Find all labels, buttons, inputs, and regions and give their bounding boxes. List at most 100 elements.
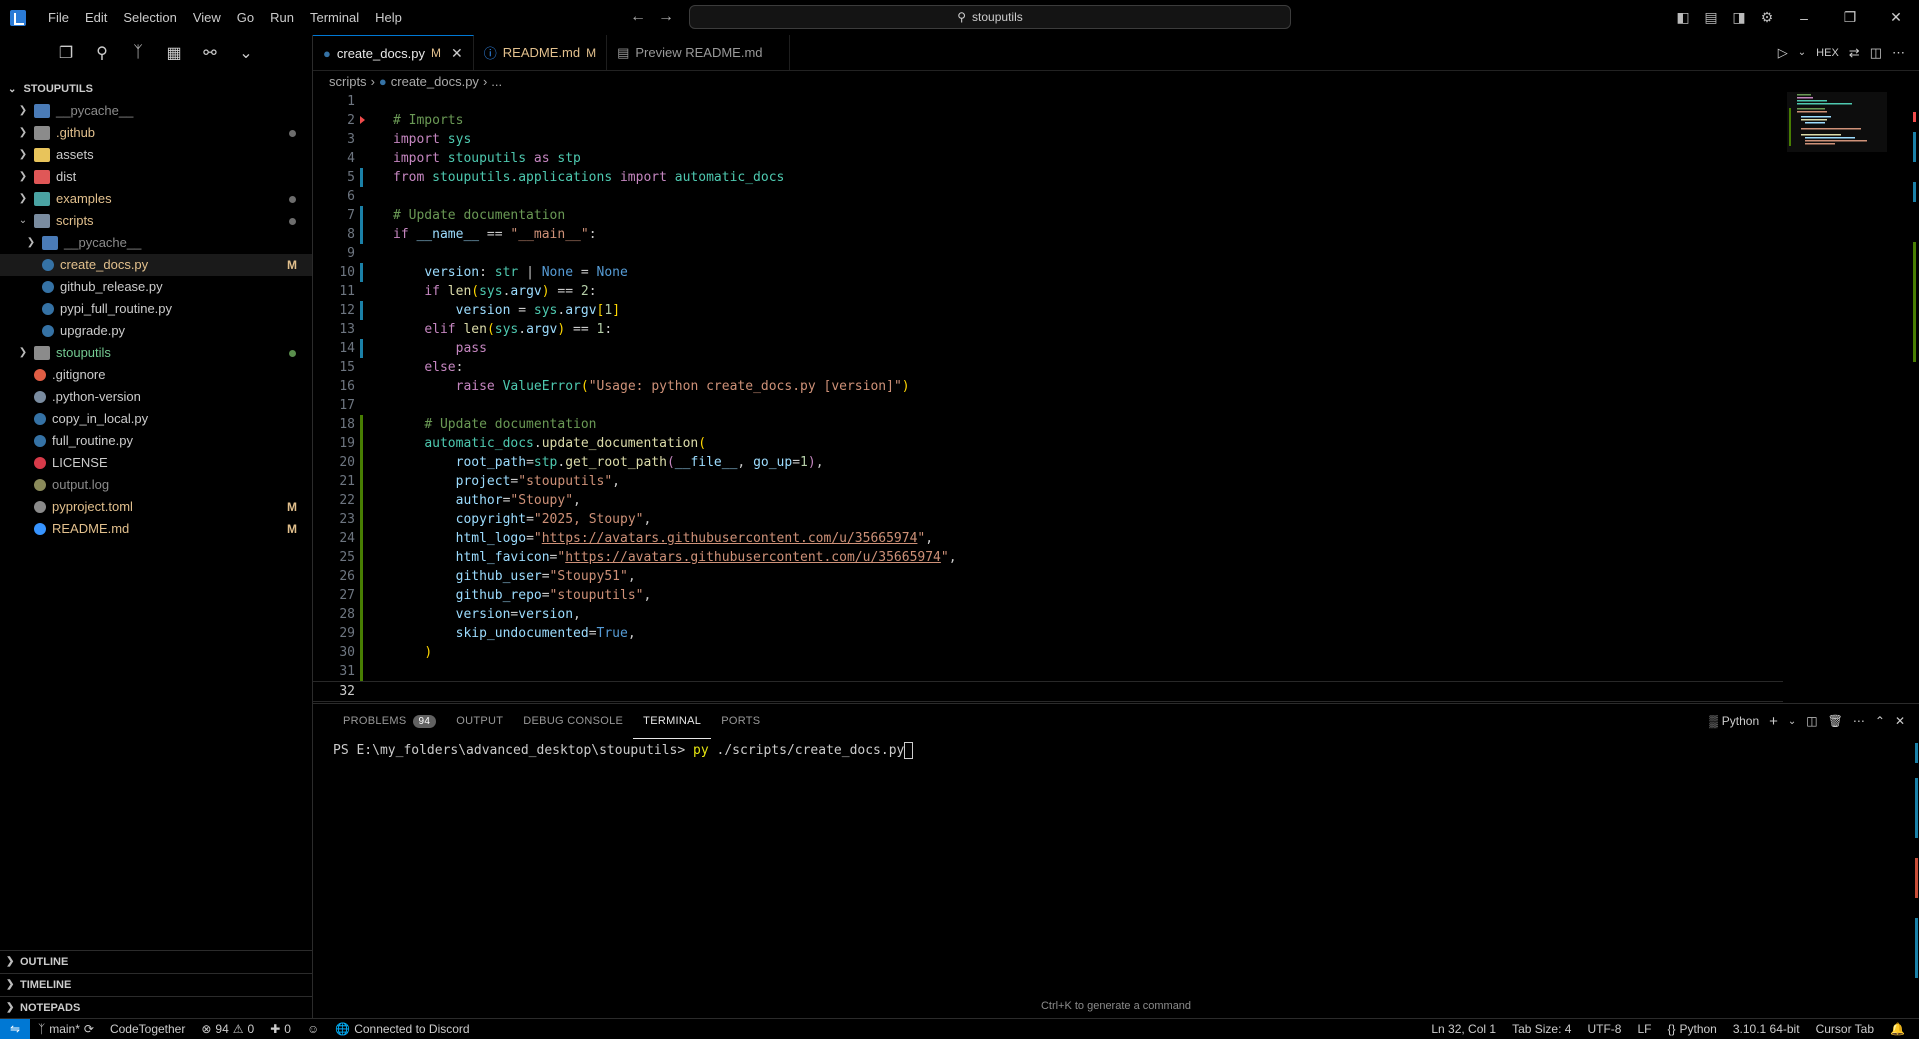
code-line[interactable]: 20 root_path=stp.get_root_path(__file__,… [313, 453, 1783, 472]
added-lines-marker[interactable] [360, 434, 363, 453]
terminal-profile[interactable]: ▒ Python [1709, 714, 1759, 728]
breadcrumb-folder[interactable]: scripts [329, 71, 367, 93]
maximize-panel-chevron-up-icon[interactable]: ⌃ [1875, 714, 1885, 728]
remote-indicator-button[interactable]: ⇋ [0, 1019, 30, 1039]
menu-run[interactable]: Run [262, 0, 302, 35]
sync-icon[interactable]: ⟳ [84, 1022, 94, 1036]
code-line[interactable]: 26 github_user="Stoupy51", [313, 567, 1783, 586]
code-line[interactable]: 1 [313, 92, 1783, 111]
code-line[interactable]: 29 skip_undocumented=True, [313, 624, 1783, 643]
terminal-dropdown-chevron-icon[interactable]: ⌄ [1788, 716, 1796, 727]
tab-preview-readme[interactable]: ▤ Preview README.md [607, 35, 790, 70]
code-line[interactable]: 2 # Imports [313, 111, 1783, 130]
ports-indicator[interactable]: ✚ 0 [262, 1022, 299, 1036]
tab-size[interactable]: Tab Size: 4 [1504, 1022, 1579, 1036]
menu-selection[interactable]: Selection [115, 0, 184, 35]
search-icon[interactable]: ⚲ [91, 42, 113, 64]
code-line[interactable]: 30 ) [313, 643, 1783, 662]
tab-ports[interactable]: PORTS [711, 704, 770, 738]
added-lines-marker[interactable] [360, 567, 363, 586]
code-line[interactable]: 21 project="stouputils", [313, 472, 1783, 491]
menu-edit[interactable]: Edit [77, 0, 115, 35]
tree-file[interactable]: pyproject.toml M [0, 496, 312, 518]
toggle-secondary-sidebar-icon[interactable]: ◨ [1725, 0, 1753, 35]
code-line[interactable]: 9 [313, 244, 1783, 263]
feedback-smiley-icon[interactable]: ☺ [299, 1022, 327, 1036]
toggle-panel-icon[interactable]: ▤ [1697, 0, 1725, 35]
close-panel-icon[interactable]: ✕ [1895, 714, 1905, 728]
settings-gear-icon[interactable]: ⚙ [1753, 0, 1781, 35]
branch-indicator[interactable]: ᛉ main* ⟳ [30, 1022, 102, 1036]
back-arrow-icon[interactable]: ← [630, 8, 646, 26]
code-line[interactable]: 28 version=version, [313, 605, 1783, 624]
more-views-chevron-icon[interactable]: ⌄ [235, 42, 257, 64]
code-line[interactable]: 8 if __name__ == "__main__": [313, 225, 1783, 244]
tree-file[interactable]: pypi_full_routine.py [0, 298, 312, 320]
menu-terminal[interactable]: Terminal [302, 0, 367, 35]
cursor-tab[interactable]: Cursor Tab [1808, 1022, 1882, 1036]
added-lines-marker[interactable] [360, 472, 363, 491]
split-editor-icon[interactable]: ◫ [1870, 45, 1882, 61]
code-line[interactable]: 3 import sys [313, 130, 1783, 149]
cursor-position[interactable]: Ln 32, Col 1 [1423, 1022, 1504, 1036]
more-actions-icon[interactable]: ⋯ [1853, 714, 1865, 728]
added-lines-marker[interactable] [360, 643, 363, 662]
close-window-button[interactable]: ✕ [1873, 0, 1919, 35]
code-line[interactable]: 31 [313, 662, 1783, 681]
added-lines-marker[interactable] [360, 529, 363, 548]
modified-lines-marker[interactable] [360, 301, 363, 320]
compare-changes-icon[interactable]: ⇄ [1849, 45, 1860, 61]
tree-file[interactable]: LICENSE [0, 452, 312, 474]
tree-folder[interactable]: ❯ examples [0, 188, 312, 210]
code-editor[interactable]: 1 2 # Imports 3 import sys 4 import stouputils… [313, 92, 1783, 702]
code-line[interactable]: 32 [313, 681, 1783, 702]
breadcrumb-symbol[interactable]: ... [491, 71, 502, 93]
tab-terminal[interactable]: TERMINAL [633, 704, 712, 739]
code-line[interactable]: 24 html_logo="https://avatars.githubuser… [313, 529, 1783, 548]
notepads-section[interactable]: ❯ NOTEPADS [0, 996, 312, 1019]
end-of-line[interactable]: LF [1629, 1022, 1659, 1036]
tree-file[interactable]: copy_in_local.py [0, 408, 312, 430]
added-lines-marker[interactable] [360, 510, 363, 529]
tree-file[interactable]: .python-version [0, 386, 312, 408]
tree-file[interactable]: create_docs.py M [0, 254, 312, 276]
code-line[interactable]: 17 [313, 396, 1783, 415]
added-lines-marker[interactable] [360, 548, 363, 567]
tree-file[interactable]: full_routine.py [0, 430, 312, 452]
code-line[interactable]: 4 import stouputils as stp [313, 149, 1783, 168]
minimize-button[interactable]: – [1781, 0, 1827, 35]
tree-folder[interactable]: ❯ dist [0, 166, 312, 188]
code-line[interactable]: 13 elif len(sys.argv) == 1: [313, 320, 1783, 339]
tree-file[interactable]: upgrade.py [0, 320, 312, 342]
python-interpreter[interactable]: 3.10.1 64-bit [1725, 1022, 1808, 1036]
code-line[interactable]: 6 [313, 187, 1783, 206]
modified-lines-marker[interactable] [360, 206, 363, 225]
modified-lines-marker[interactable] [360, 225, 363, 244]
tree-file[interactable]: README.md M [0, 518, 312, 540]
tree-folder[interactable]: ❯ .github [0, 122, 312, 144]
modified-lines-marker[interactable] [360, 263, 363, 282]
codetogether-item[interactable]: CodeTogether [102, 1022, 193, 1036]
tree-folder[interactable]: ❯ __pycache__ [0, 100, 312, 122]
added-lines-marker[interactable] [360, 662, 363, 681]
code-line[interactable]: 10 version: str | None = None [313, 263, 1783, 282]
run-python-icon[interactable]: ▷ [1778, 45, 1788, 61]
tree-file[interactable]: .gitignore [0, 364, 312, 386]
breadcrumb-file[interactable]: create_docs.py [391, 71, 479, 93]
explorer-files-icon[interactable]: ❐ [55, 42, 77, 64]
tree-folder[interactable]: ❯ __pycache__ [0, 232, 312, 254]
code-line[interactable]: 15 else: [313, 358, 1783, 377]
tree-file[interactable]: github_release.py [0, 276, 312, 298]
menu-file[interactable]: File [40, 0, 77, 35]
code-line[interactable]: 23 copyright="2025, Stoupy", [313, 510, 1783, 529]
code-line[interactable]: 25 html_favicon="https://avatars.githubu… [313, 548, 1783, 567]
menu-help[interactable]: Help [367, 0, 410, 35]
menu-view[interactable]: View [185, 0, 229, 35]
more-actions-icon[interactable]: ⋯ [1892, 45, 1905, 61]
code-line[interactable]: 5 from stouputils.applications import aut… [313, 168, 1783, 187]
deleted-lines-marker[interactable] [360, 116, 365, 124]
added-lines-marker[interactable] [360, 605, 363, 624]
modified-lines-marker[interactable] [360, 339, 363, 358]
trash-icon[interactable]: 🗑 [1828, 714, 1843, 728]
tab-debug-console[interactable]: DEBUG CONSOLE [513, 704, 633, 738]
